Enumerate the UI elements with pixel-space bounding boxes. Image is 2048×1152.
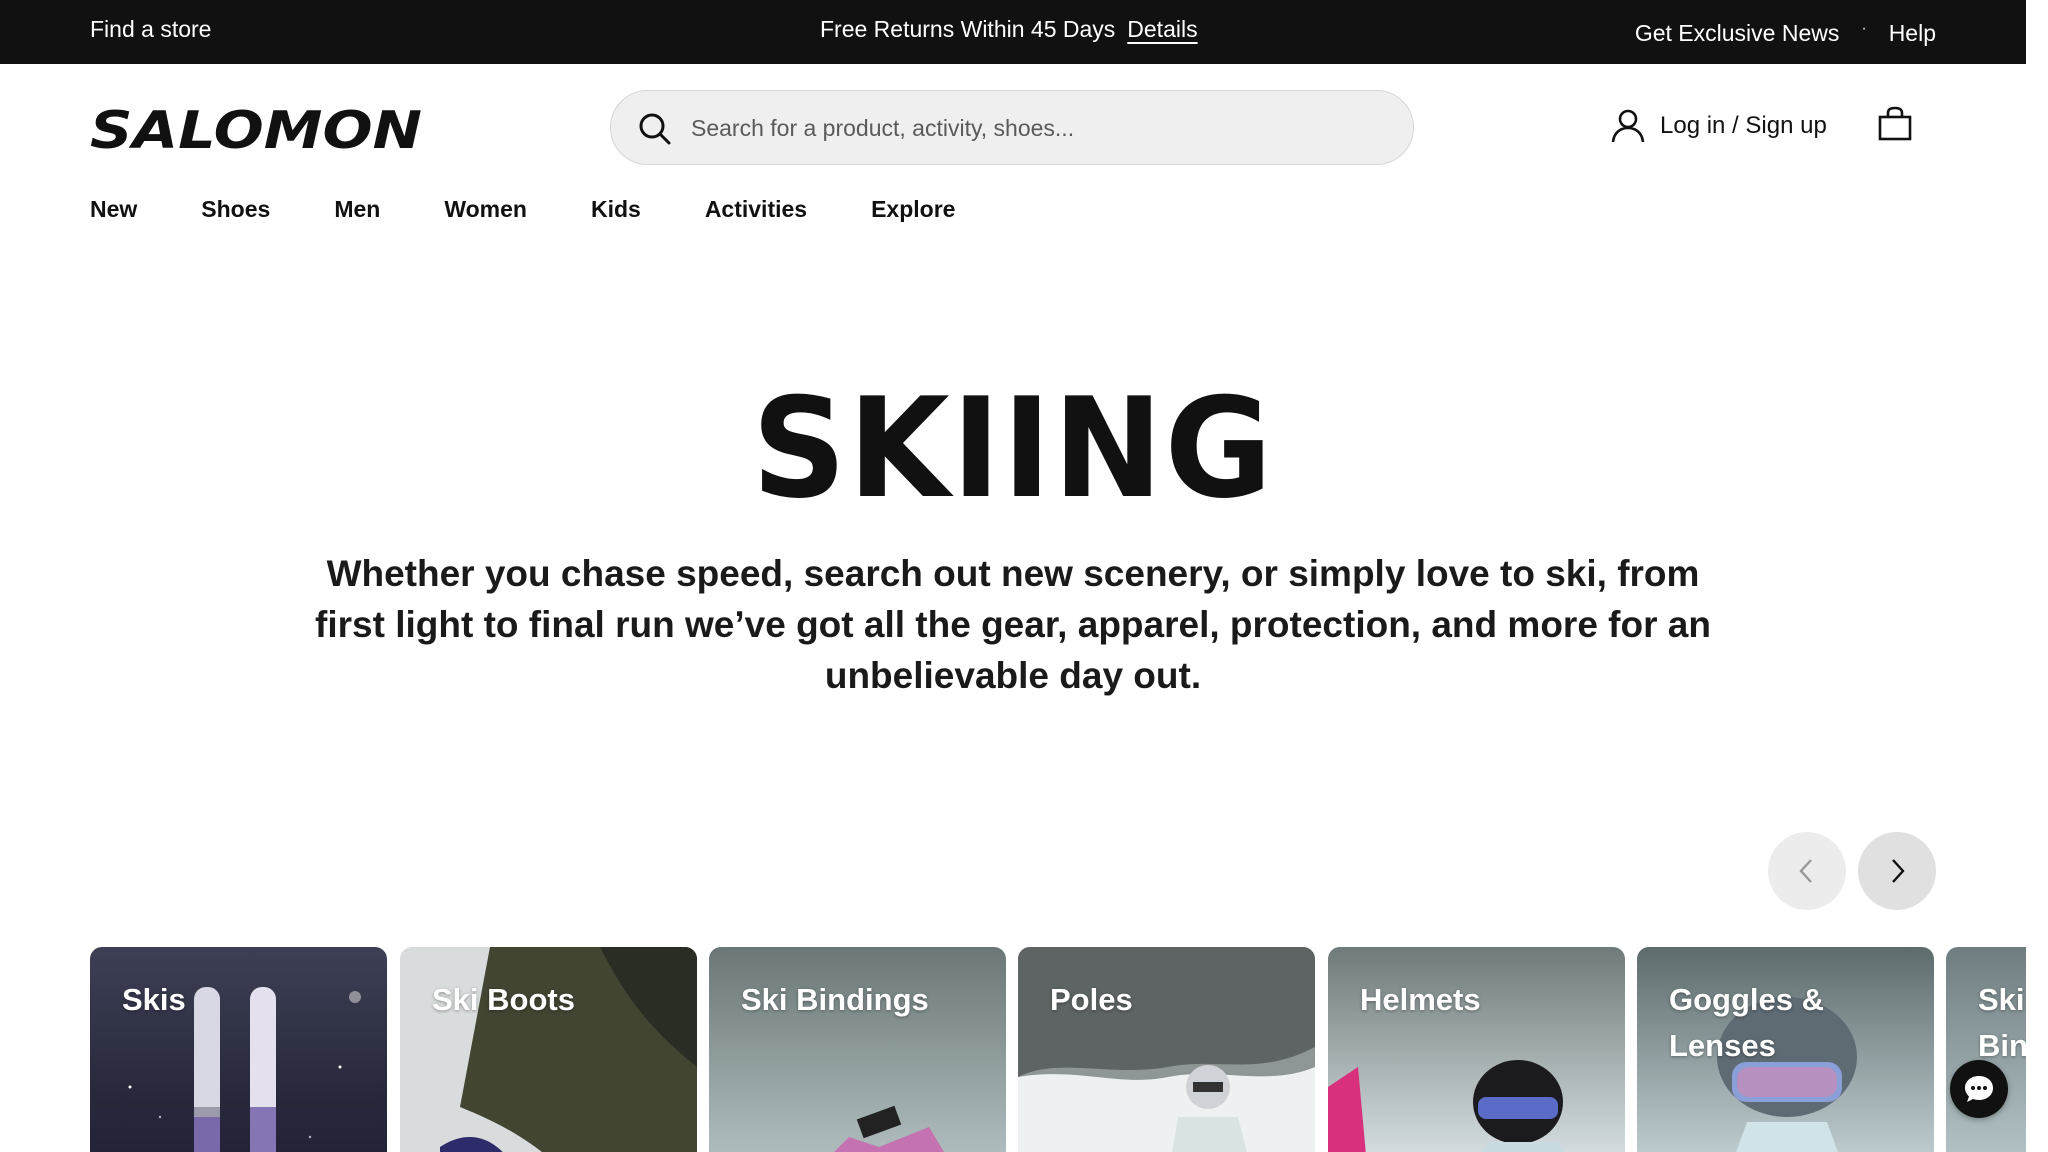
category-card-poles[interactable]: Poles bbox=[1018, 947, 1315, 1152]
category-card-skis[interactable]: Skis bbox=[90, 947, 387, 1152]
category-carousel: Skis Ski Boots Ski Bindings Poles Helmet… bbox=[90, 947, 2026, 1152]
salomon-logo[interactable]: SALOMON bbox=[90, 104, 424, 152]
shopping-bag-icon[interactable] bbox=[1877, 106, 1913, 142]
account-link[interactable]: Log in / Sign up bbox=[1610, 108, 1827, 144]
category-card-ski-skins[interactable]: Ski Skins Tra Bin bbox=[1946, 947, 2026, 1152]
main-nav: New Shoes Men Women Kids Activities Expl… bbox=[90, 196, 955, 223]
search-input[interactable] bbox=[689, 91, 1373, 166]
search-bar[interactable] bbox=[610, 90, 1414, 166]
separator-dot: · bbox=[1861, 19, 1867, 37]
category-label: Poles bbox=[1050, 982, 1133, 1017]
promo-bar: Find a store Free Returns Within 45 Days… bbox=[0, 0, 2026, 64]
user-icon bbox=[1611, 109, 1645, 143]
promo-details-link[interactable]: Details bbox=[1127, 16, 1197, 43]
promo-text: Free Returns Within 45 Days bbox=[820, 16, 1116, 42]
account-label: Log in / Sign up bbox=[1660, 112, 1827, 139]
category-card-goggles-lenses[interactable]: Goggles & Lenses bbox=[1637, 947, 1934, 1152]
nav-item-explore[interactable]: Explore bbox=[871, 196, 955, 223]
page-edge bbox=[2026, 0, 2048, 1152]
promo-message: Free Returns Within 45 Days Details bbox=[820, 16, 1198, 43]
exclusive-news-link[interactable]: Get Exclusive News bbox=[1635, 20, 1840, 47]
page-description: Whether you chase speed, search out new … bbox=[315, 553, 1711, 696]
utility-links: Get Exclusive News · Help bbox=[1635, 20, 1936, 47]
chat-icon bbox=[1965, 1076, 1993, 1102]
nav-item-activities[interactable]: Activities bbox=[705, 196, 807, 223]
nav-item-women[interactable]: Women bbox=[444, 196, 527, 223]
find-store-link[interactable]: Find a store bbox=[90, 16, 211, 43]
carousel-prev-button[interactable] bbox=[1768, 832, 1846, 910]
chat-button[interactable] bbox=[1950, 1060, 2008, 1118]
category-label: Skis bbox=[122, 982, 186, 1017]
category-card-ski-boots[interactable]: Ski Boots bbox=[400, 947, 697, 1152]
category-label: Helmets bbox=[1360, 982, 1481, 1017]
nav-item-kids[interactable]: Kids bbox=[591, 196, 641, 223]
category-label: Ski Skins Tra Bin bbox=[1978, 982, 2026, 1063]
category-label: Ski Bindings bbox=[741, 982, 929, 1017]
chevron-right-icon bbox=[1892, 859, 1905, 883]
nav-item-shoes[interactable]: Shoes bbox=[201, 196, 270, 223]
carousel-next-button[interactable] bbox=[1858, 832, 1936, 910]
help-link[interactable]: Help bbox=[1889, 20, 1936, 47]
category-label: Goggles & Lenses bbox=[1669, 982, 1825, 1063]
page-title: SKIING bbox=[751, 368, 1275, 529]
nav-item-new[interactable]: New bbox=[90, 196, 137, 223]
category-card-ski-bindings[interactable]: Ski Bindings bbox=[709, 947, 1006, 1152]
chevron-left-icon bbox=[1799, 859, 1812, 883]
search-icon bbox=[639, 113, 671, 145]
nav-item-men[interactable]: Men bbox=[334, 196, 380, 223]
logo-text: SALOMON bbox=[90, 104, 422, 152]
category-label: Ski Boots bbox=[432, 982, 575, 1017]
category-card-helmets[interactable]: Helmets bbox=[1328, 947, 1625, 1152]
